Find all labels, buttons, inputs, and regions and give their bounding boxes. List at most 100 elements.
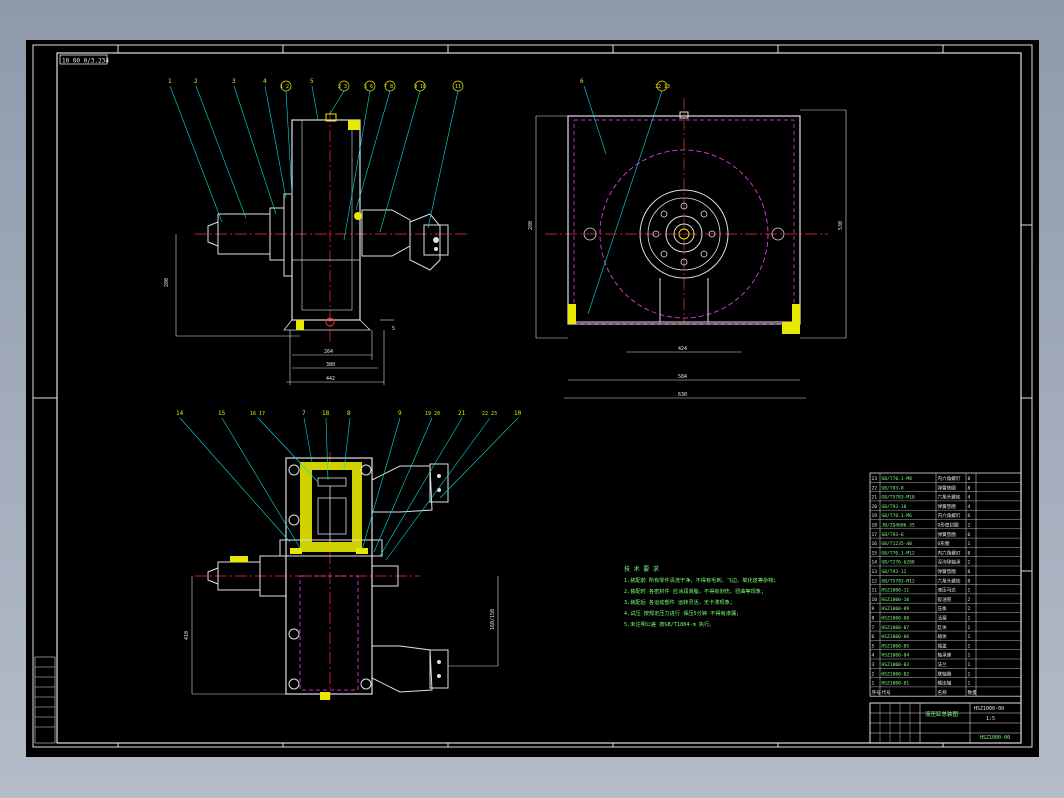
bom-cell: GB/T70.1-M12 bbox=[882, 550, 915, 556]
bom-cell: 12 bbox=[872, 578, 878, 584]
bom-cell: 箱体 bbox=[938, 633, 948, 640]
bom-cell: HSZ1000-07 bbox=[882, 625, 910, 631]
bom-cell: HSZ1000-05 bbox=[882, 643, 910, 649]
bom-cell: 吸油管 bbox=[938, 596, 952, 603]
bom-cell: GB/T5783-M12 bbox=[882, 578, 915, 584]
balloon-x18: 18 bbox=[322, 410, 330, 417]
bom-cell: 法兰 bbox=[938, 661, 948, 668]
balloon-f5: 1 2 bbox=[280, 84, 289, 90]
bom-header-cell: 数量 bbox=[968, 689, 978, 696]
bom-cell: 4 bbox=[968, 495, 971, 501]
balloon-x16: 16 17 bbox=[250, 411, 265, 417]
bom-cell: 压板 bbox=[938, 605, 948, 612]
side-dim-inner: 424 bbox=[678, 346, 687, 352]
bom-cell: 1 bbox=[968, 662, 971, 668]
front-dim-height: 280 bbox=[164, 278, 170, 287]
section-dim-right: 160/150 bbox=[490, 609, 496, 630]
bom-cell: 15 bbox=[872, 550, 878, 556]
balloon-x7: 7 bbox=[302, 410, 306, 417]
bom-cell: 1 bbox=[968, 643, 971, 649]
bom-cell: 2 bbox=[968, 606, 971, 612]
balloon-x19: 19 20 bbox=[425, 411, 440, 417]
bom-cell: 液压马达 bbox=[938, 587, 957, 594]
bom-cell: GB/T70.1-M8 bbox=[882, 476, 913, 482]
bom-cell: 18 bbox=[872, 523, 878, 529]
drawing-scale: 1:5 bbox=[986, 716, 995, 722]
corner-code: 10 00 0/3.234 bbox=[62, 58, 109, 65]
balloon-f1: 1 bbox=[168, 78, 172, 85]
bom-cell: 8 bbox=[968, 485, 971, 491]
bom-cell: 2 bbox=[872, 671, 875, 677]
bom-cell: 内六角螺钉 bbox=[938, 512, 961, 519]
bom-cell: 内六角螺钉 bbox=[938, 475, 961, 482]
bom-cell: 轴承座 bbox=[938, 652, 952, 659]
bom-cell: 8 bbox=[872, 616, 875, 622]
bom-cell: 1 bbox=[968, 541, 971, 547]
balloon-f9: 7 8 bbox=[384, 84, 393, 90]
front-dim-small: 5 bbox=[392, 326, 395, 332]
bom-cell: 2 bbox=[968, 560, 971, 566]
notes-line-5: 5.未注明公差 按GB/T1804-m 执行。 bbox=[624, 620, 714, 628]
bom-cell: HSZ1000-04 bbox=[882, 653, 910, 659]
bom-cell: 活塞 bbox=[938, 615, 948, 622]
bom-cell: 21 bbox=[872, 495, 878, 501]
section-dim-left: 410 bbox=[184, 631, 190, 640]
front-dim-b: 380 bbox=[326, 362, 335, 368]
bom-cell: 16 bbox=[872, 541, 878, 547]
bom-cell: 6 bbox=[968, 513, 971, 519]
balloon-x8: 8 bbox=[347, 410, 351, 417]
balloon-f8: 5 6 bbox=[364, 84, 373, 90]
bom-cell: 4 bbox=[968, 504, 971, 510]
bom-cell: HSZ1000-01 bbox=[882, 681, 910, 687]
bom-cell: 4 bbox=[872, 653, 875, 659]
bom-cell: 6 bbox=[872, 634, 875, 640]
balloon-x10: 10 bbox=[514, 410, 522, 417]
bom-cell: 1 bbox=[968, 681, 971, 687]
bom-cell: 3 bbox=[872, 662, 875, 668]
drawing-canvas[interactable]: 10 00 0/3.234 280 264 380 442 5 1 2 3 4 … bbox=[0, 0, 1064, 798]
bom-cell: 2 bbox=[968, 523, 971, 529]
bom-cell: 17 bbox=[872, 532, 878, 538]
bom-cell: 11 bbox=[872, 588, 878, 594]
bom-cell: 弹簧垫圈 bbox=[938, 568, 957, 575]
bom-cell: 8 bbox=[968, 569, 971, 575]
bom-cell: 8 bbox=[968, 578, 971, 584]
balloon-x21: 21 bbox=[458, 410, 466, 417]
bom-cell: 弹簧垫圈 bbox=[938, 484, 957, 491]
company-name: HSZ1000-00 bbox=[980, 735, 1010, 741]
balloon-f11: 11 bbox=[455, 84, 461, 90]
notes-line-4: 4.试压 按规定压力进行 保压5分钟 不得有渗漏； bbox=[624, 609, 741, 617]
bom-cell: 深沟球轴承 bbox=[938, 559, 961, 566]
side-dim-right: 530 bbox=[838, 221, 844, 230]
bom-cell: HSZ1000-06 bbox=[882, 634, 910, 640]
bom-header-cell: 序号 bbox=[872, 689, 882, 696]
bom-cell: HSZ1000-08 bbox=[882, 616, 910, 622]
bom-cell: 缸体 bbox=[938, 624, 948, 631]
bom-cell: HSZ1000-11 bbox=[882, 588, 910, 594]
cad-viewport[interactable]: 10 00 0/3.234 280 264 380 442 5 1 2 3 4 … bbox=[0, 0, 1064, 798]
bom-cell: GB/T93-6 bbox=[882, 532, 904, 538]
bom-cell: 22 bbox=[872, 485, 878, 491]
bom-cell: 23 bbox=[872, 476, 878, 482]
balloon-f7: 2 3 bbox=[338, 84, 347, 90]
bom-cell: HSZ1000-10 bbox=[882, 597, 910, 603]
bom-cell: 1 bbox=[968, 588, 971, 594]
bom-cell: GB/T276-6208 bbox=[882, 560, 915, 566]
bom-cell: 8 bbox=[968, 550, 971, 556]
bom-cell: 1 bbox=[968, 634, 971, 640]
balloon-x14: 14 bbox=[176, 410, 184, 417]
side-dim-outer: 630 bbox=[678, 392, 687, 398]
bom-cell: 14 bbox=[872, 560, 878, 566]
bom-cell: HSZ1000-03 bbox=[882, 662, 910, 668]
bom-cell: 19 bbox=[872, 513, 878, 519]
bom-cell: 13 bbox=[872, 569, 878, 575]
bom-cell: 8 bbox=[968, 476, 971, 482]
bom-cell: 1 bbox=[872, 681, 875, 687]
bom-cell: GB/T93-10 bbox=[882, 504, 907, 510]
bom-cell: GB/T5783-M10 bbox=[882, 495, 915, 501]
drawing-name: 液压缸总装图 bbox=[925, 710, 959, 718]
bom-cell: HSZ1000-09 bbox=[882, 606, 910, 612]
bom-cell: 10 bbox=[872, 597, 878, 603]
bom-cell: 端盖 bbox=[938, 642, 948, 649]
balloon-s6: 6 bbox=[580, 78, 584, 85]
